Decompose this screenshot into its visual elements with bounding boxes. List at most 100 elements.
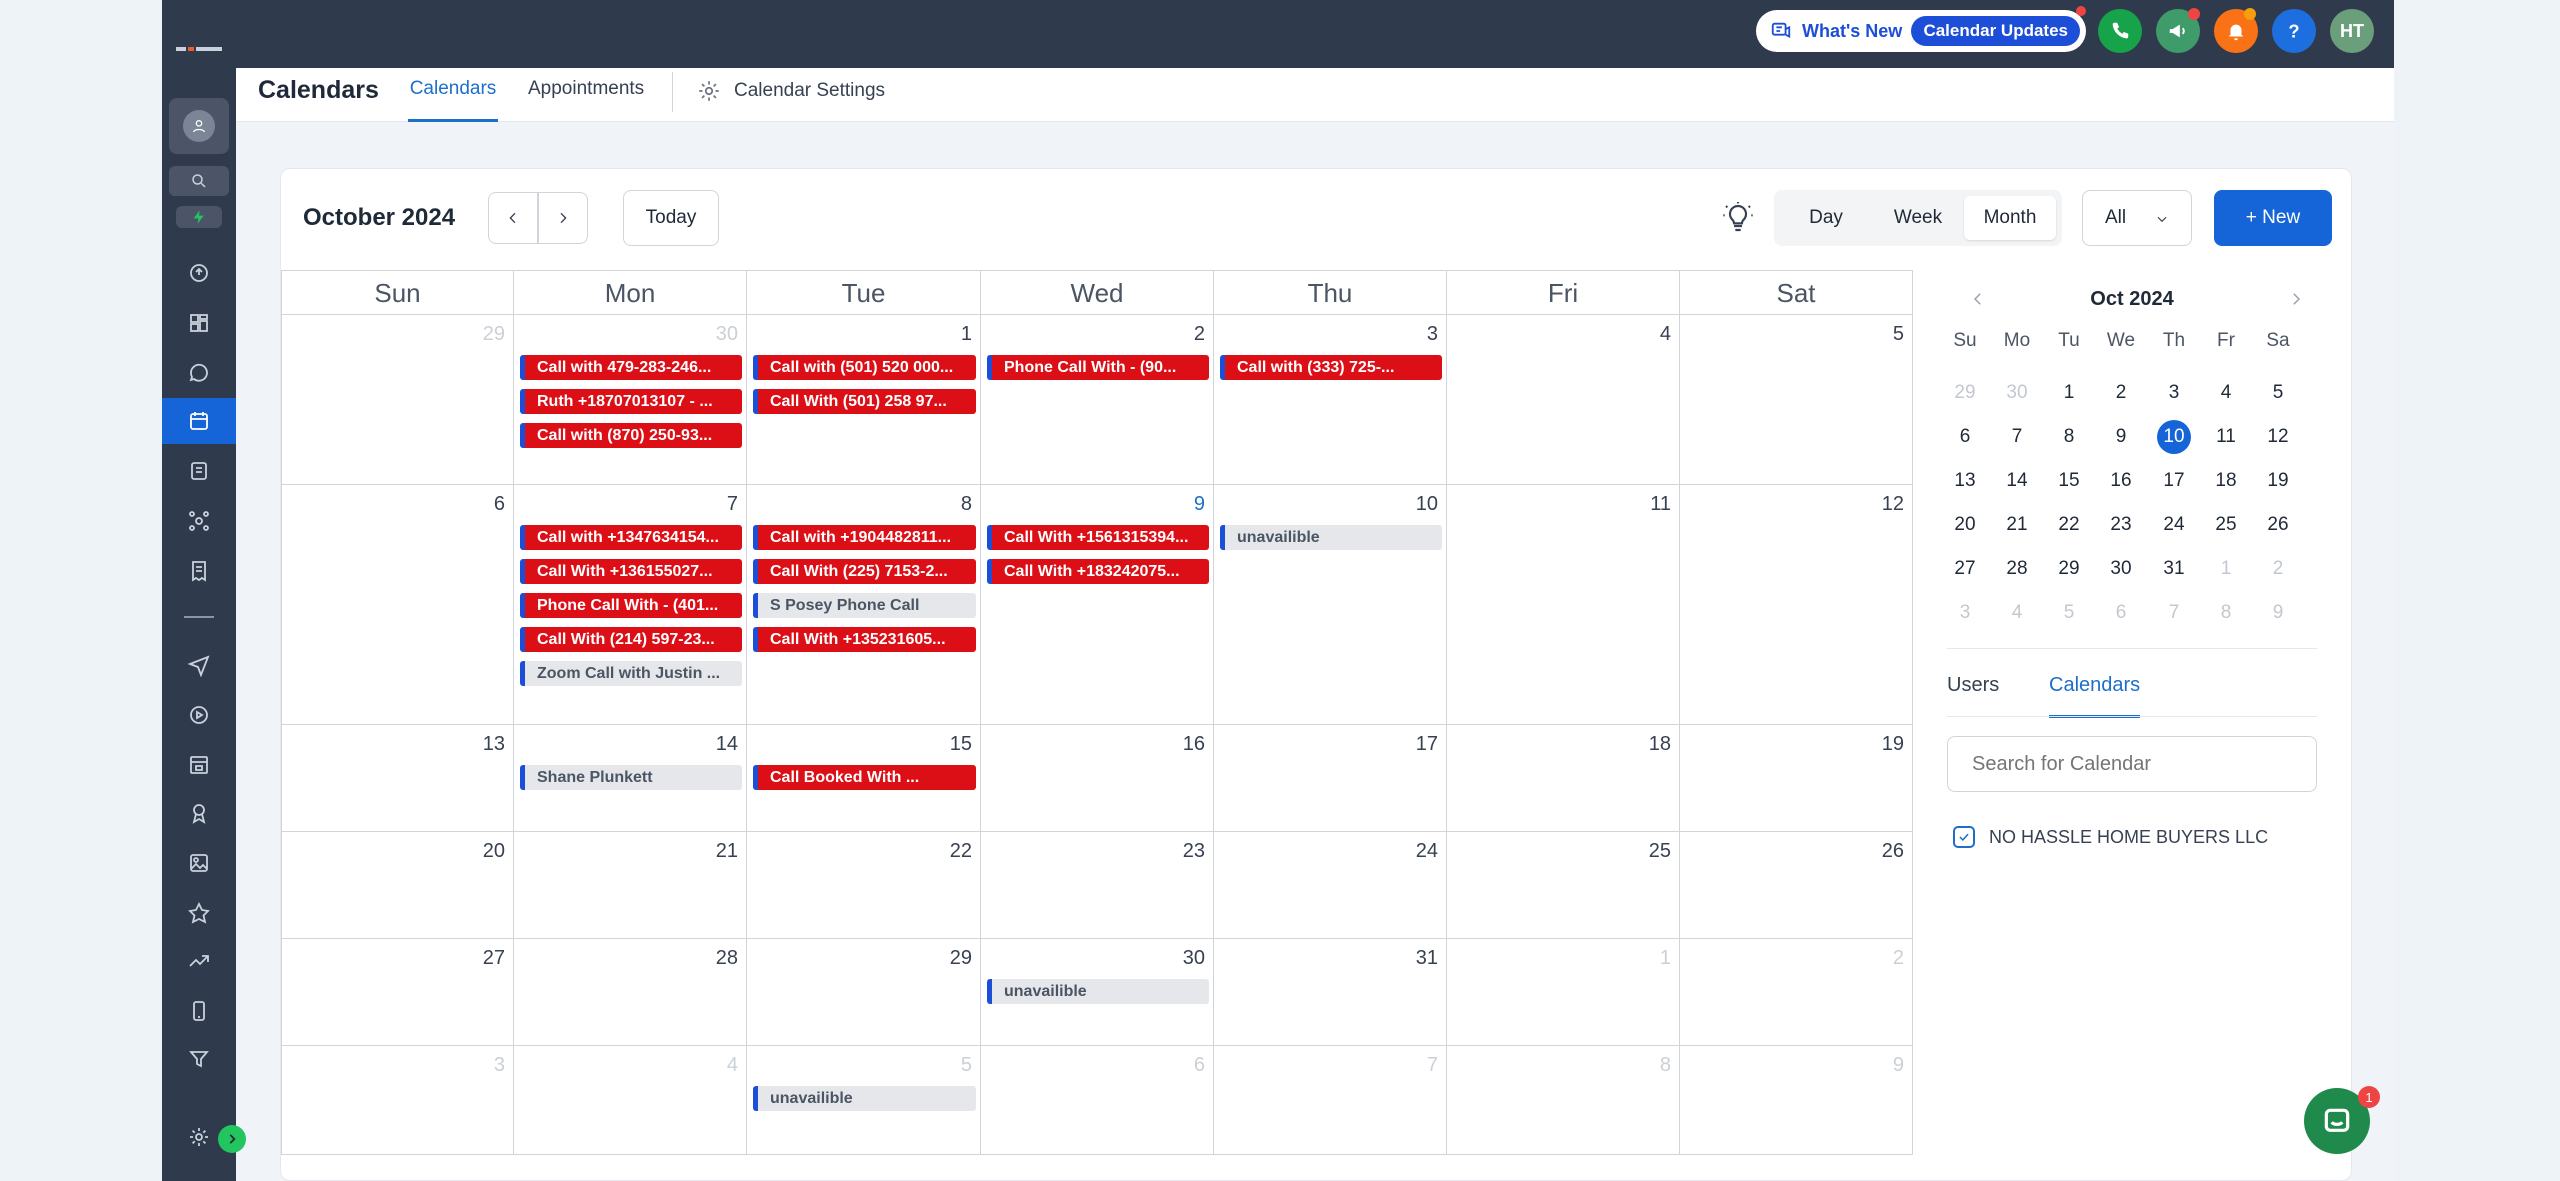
whats-new-pill[interactable]: What's New Calendar Updates — [1756, 10, 2086, 52]
mini-day[interactable]: 21 — [2000, 508, 2034, 542]
mini-day[interactable]: 20 — [1948, 508, 1982, 542]
sidebar-item-conversations[interactable] — [162, 350, 236, 396]
day-number[interactable]: 7 — [727, 493, 738, 516]
mini-day[interactable]: 6 — [1948, 420, 1982, 454]
view-week-button[interactable]: Week — [1874, 196, 1962, 240]
day-number[interactable]: 1 — [961, 323, 972, 346]
mini-day[interactable]: 7 — [2000, 420, 2034, 454]
day-cell[interactable]: 23 — [981, 832, 1214, 939]
mini-day[interactable]: 7 — [2157, 596, 2191, 630]
day-number[interactable]: 15 — [950, 733, 972, 756]
day-number[interactable]: 25 — [1649, 840, 1671, 863]
calendar-event[interactable]: Call With (501) 258 97... — [753, 389, 976, 414]
day-cell[interactable]: 29 — [281, 315, 514, 485]
day-number[interactable]: 24 — [1416, 840, 1438, 863]
day-cell[interactable]: 5 unavailible — [747, 1046, 981, 1155]
day-number[interactable]: 9 — [1194, 493, 1205, 516]
day-number[interactable]: 30 — [1183, 947, 1205, 970]
sidebar-search[interactable] — [169, 166, 229, 196]
calendar-list-item[interactable]: NO HASSLE HOME BUYERS LLC — [1953, 826, 2268, 848]
calendar-event[interactable]: Shane Plunkett — [520, 765, 742, 790]
mini-day[interactable]: 26 — [2261, 508, 2295, 542]
filter-select[interactable]: All — [2082, 190, 2192, 246]
view-month-button[interactable]: Month — [1964, 196, 2056, 240]
mini-day[interactable]: 14 — [2000, 464, 2034, 498]
day-cell[interactable]: 18 — [1447, 725, 1680, 832]
day-number[interactable]: 18 — [1649, 733, 1671, 756]
day-number[interactable]: 7 — [1427, 1054, 1438, 1077]
day-number[interactable]: 23 — [1183, 840, 1205, 863]
day-number[interactable]: 17 — [1416, 733, 1438, 756]
mini-day[interactable]: 5 — [2052, 596, 2086, 630]
day-number[interactable]: 29 — [950, 947, 972, 970]
calendar-event[interactable]: Phone Call With - (90... — [987, 355, 1209, 380]
day-number[interactable]: 14 — [716, 733, 738, 756]
mini-day[interactable]: 1 — [2209, 552, 2243, 586]
calendar-event[interactable]: unavailible — [1220, 525, 1442, 550]
mini-day[interactable]: 16 — [2104, 464, 2138, 498]
day-cell[interactable]: 10 unavailible — [1214, 485, 1447, 725]
calendar-event[interactable]: unavailible — [753, 1086, 976, 1111]
calendar-event[interactable]: Call With (214) 597-23... — [520, 627, 742, 652]
mini-day[interactable]: 10 — [2157, 420, 2191, 454]
day-number[interactable]: 8 — [961, 493, 972, 516]
day-cell[interactable]: 1 Call with (501) 520 000... Call With (50… — [747, 315, 981, 485]
day-number[interactable]: 2 — [1893, 947, 1904, 970]
mini-day[interactable]: 3 — [1948, 596, 1982, 630]
calendar-event[interactable]: Call With +135231605... — [753, 627, 976, 652]
day-number[interactable]: 21 — [716, 840, 738, 863]
calendar-event[interactable]: Call With (225) 7153-2... — [753, 559, 976, 584]
day-cell[interactable]: 12 — [1680, 485, 1913, 725]
calendar-event[interactable]: Call with (333) 725-... — [1220, 355, 1442, 380]
day-cell[interactable]: 3 — [281, 1046, 514, 1155]
day-cell[interactable]: 30 Call with 479-283-246... Ruth +18707013… — [514, 315, 747, 485]
day-number[interactable]: 2 — [1194, 323, 1205, 346]
calendar-event[interactable]: Call With +183242075... — [987, 559, 1209, 584]
day-cell[interactable]: 28 — [514, 939, 747, 1046]
sidebar-item-launchpad[interactable] — [162, 250, 236, 296]
calendar-event[interactable]: Call with (870) 250-93... — [520, 423, 742, 448]
day-cell[interactable]: 21 — [514, 832, 747, 939]
today-button[interactable]: Today — [623, 190, 719, 246]
sidebar-expand-button[interactable] — [218, 1125, 246, 1153]
next-month-button[interactable] — [538, 192, 588, 244]
day-cell[interactable]: 2 — [1680, 939, 1913, 1046]
calendar-updates-button[interactable]: Calendar Updates — [1911, 16, 2080, 46]
day-cell[interactable]: 7 — [1214, 1046, 1447, 1155]
day-cell[interactable]: 11 — [1447, 485, 1680, 725]
calendar-event[interactable]: Zoom Call with Justin ... — [520, 661, 742, 686]
mini-day[interactable]: 8 — [2209, 596, 2243, 630]
day-number[interactable]: 4 — [1660, 323, 1671, 346]
day-number[interactable]: 8 — [1660, 1054, 1671, 1077]
mini-day[interactable]: 4 — [2000, 596, 2034, 630]
mini-day[interactable]: 9 — [2104, 420, 2138, 454]
day-number[interactable]: 27 — [483, 947, 505, 970]
mini-day[interactable]: 2 — [2104, 376, 2138, 410]
day-number[interactable]: 4 — [727, 1054, 738, 1077]
mini-day[interactable]: 24 — [2157, 508, 2191, 542]
calendar-event[interactable]: Call with 479-283-246... — [520, 355, 742, 380]
mini-day[interactable]: 30 — [2000, 376, 2034, 410]
day-number[interactable]: 6 — [1194, 1054, 1205, 1077]
day-number[interactable]: 16 — [1183, 733, 1205, 756]
day-number[interactable]: 26 — [1882, 840, 1904, 863]
day-cell[interactable]: 4 — [1447, 315, 1680, 485]
mini-day[interactable]: 27 — [1948, 552, 1982, 586]
day-cell[interactable]: 27 — [281, 939, 514, 1046]
day-cell[interactable]: 8 Call with +1904482811... Call With (225)… — [747, 485, 981, 725]
day-cell[interactable]: 22 — [747, 832, 981, 939]
calendar-checkbox[interactable] — [1953, 826, 1975, 848]
mini-day[interactable]: 17 — [2157, 464, 2191, 498]
day-number[interactable]: 5 — [1893, 323, 1904, 346]
day-cell[interactable]: 19 — [1680, 725, 1913, 832]
day-cell[interactable]: 31 — [1214, 939, 1447, 1046]
mini-day[interactable]: 31 — [2157, 552, 2191, 586]
mini-day[interactable]: 22 — [2052, 508, 2086, 542]
sidebar-item-automation[interactable] — [162, 692, 236, 738]
tab-calendars-list[interactable]: Calendars — [2049, 674, 2141, 718]
day-cell[interactable]: 14 Shane Plunkett — [514, 725, 747, 832]
calendar-event[interactable]: Call with (501) 520 000... — [753, 355, 976, 380]
day-cell[interactable]: 24 — [1214, 832, 1447, 939]
mini-day[interactable]: 29 — [1948, 376, 1982, 410]
quick-actions[interactable] — [176, 206, 222, 228]
